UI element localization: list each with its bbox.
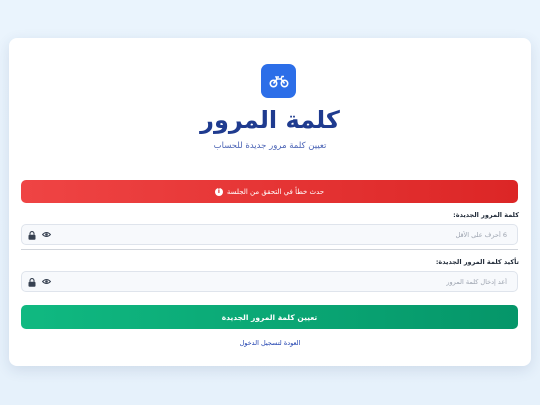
page-subtitle: تعيين كلمة مرور جديدة للحساب xyxy=(213,141,327,151)
eye-icon[interactable] xyxy=(42,231,51,238)
motorcycle-icon xyxy=(268,75,289,88)
eye-icon[interactable] xyxy=(42,278,51,285)
password-strength-divider xyxy=(21,249,518,250)
confirm-password-label: تأكيد كلمة المرور الجديدة: xyxy=(435,258,519,266)
back-to-login-link[interactable]: العودة لتسجيل الدخول xyxy=(9,339,531,347)
lock-icon xyxy=(28,278,36,287)
new-password-label: كلمة المرور الجديدة: xyxy=(453,211,519,219)
logo-badge xyxy=(261,64,296,98)
reset-password-card: كلمة المرور تعيين كلمة مرور جديدة للحساب… xyxy=(9,38,531,366)
error-alert: حدث خطأ في التحقق من الجلسة i xyxy=(21,180,518,203)
new-password-field[interactable] xyxy=(21,224,518,245)
new-password-input[interactable] xyxy=(56,225,507,244)
set-password-button[interactable]: تعيين كلمة المرور الجديدة xyxy=(21,305,518,329)
alert-message: حدث خطأ في التحقق من الجلسة xyxy=(226,187,325,196)
info-icon: i xyxy=(214,187,223,196)
confirm-password-field[interactable] xyxy=(21,271,518,292)
lock-icon xyxy=(28,231,36,240)
confirm-password-input[interactable] xyxy=(56,272,507,291)
page-title: كلمة المرور xyxy=(200,106,340,134)
